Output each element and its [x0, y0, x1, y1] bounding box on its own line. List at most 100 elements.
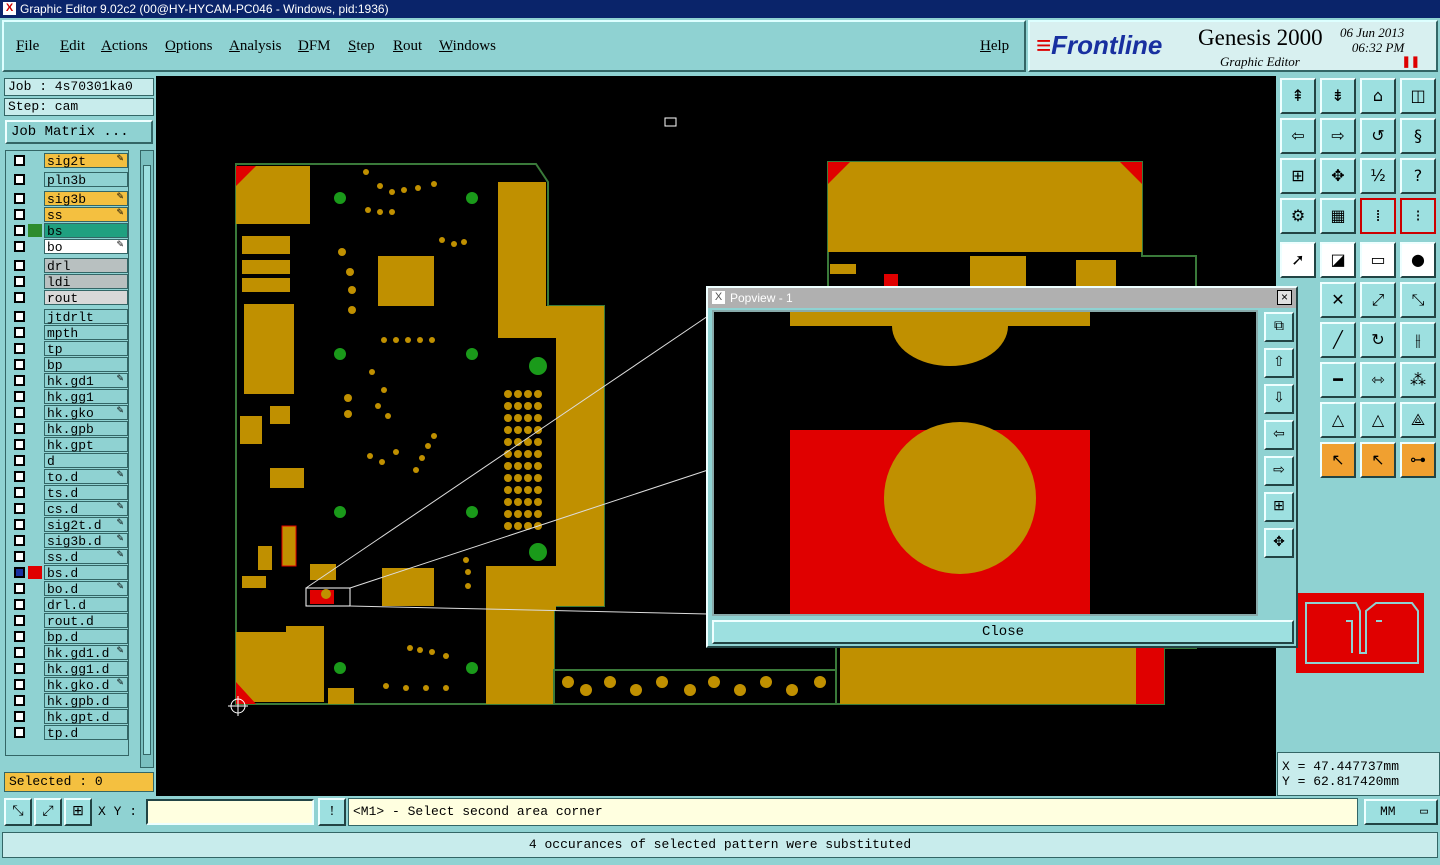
layer-name[interactable]: sig2t.d [44, 517, 128, 533]
pan-left-icon[interactable]: ⇦ [1280, 118, 1316, 154]
layer-row[interactable]: bs.d [8, 565, 128, 581]
layer-name[interactable]: tp [44, 341, 128, 357]
layer-checkbox[interactable] [14, 174, 25, 185]
layer-row[interactable]: bo.d ✎ [8, 581, 128, 597]
layer-name[interactable]: ss.d [44, 549, 128, 565]
layer-checkbox[interactable] [14, 631, 25, 642]
line-icon[interactable]: ╱ [1320, 322, 1356, 358]
layer-name[interactable]: mpth [44, 325, 128, 341]
layer-row[interactable]: sig3b.d ✎ [8, 533, 128, 549]
triangle-cross-icon[interactable]: ⟁ [1400, 402, 1436, 438]
triangle-icon[interactable]: △ [1320, 402, 1356, 438]
route-icon[interactable]: ⤡ [1400, 282, 1436, 318]
menu-rout[interactable]: Rout [393, 38, 422, 55]
node-icon[interactable]: ⊶ [1400, 442, 1436, 478]
minus-icon[interactable]: ━ [1320, 362, 1356, 398]
snap-icon[interactable]: ⁞ [1360, 198, 1396, 234]
layer-row[interactable]: ss.d ✎ [8, 549, 128, 565]
layer-name[interactable]: sig3b [44, 191, 128, 207]
menu-edit[interactable]: Edit [60, 38, 85, 55]
draw-icon[interactable]: ◪ [1320, 242, 1356, 278]
connect-icon[interactable]: ⤢ [1360, 282, 1396, 318]
layer-row[interactable]: bp [8, 357, 128, 373]
layer-checkbox[interactable] [14, 260, 25, 271]
layer-row[interactable]: jtdrlt [8, 309, 128, 325]
layer-checkbox[interactable] [14, 519, 25, 530]
layer-name[interactable]: hk.gd1 [44, 373, 128, 389]
layer-name[interactable]: tp.d [44, 725, 128, 741]
layer-name[interactable]: drl [44, 258, 128, 274]
menu-actions[interactable]: Actions [101, 38, 148, 55]
layer-row[interactable]: rout [8, 290, 128, 306]
layer-name[interactable]: hk.gpb [44, 421, 128, 437]
pad-icon[interactable]: ● [1400, 242, 1436, 278]
layer-name[interactable]: hk.gg1.d [44, 661, 128, 677]
popview-close-button[interactable]: Close [712, 620, 1294, 644]
popview-canvas[interactable] [712, 310, 1258, 616]
layer-row[interactable]: hk.gg1.d [8, 661, 128, 677]
layer-checkbox[interactable] [14, 311, 25, 322]
layer-checkbox[interactable] [14, 439, 25, 450]
close-icon[interactable]: × [1277, 290, 1292, 305]
layer-row[interactable]: d [8, 453, 128, 469]
layer-checkbox[interactable] [14, 695, 25, 706]
pointer-icon[interactable]: ↖ [1320, 442, 1356, 478]
layer-row[interactable]: hk.gg1 [8, 389, 128, 405]
layer-row[interactable]: sig3b ✎ [8, 191, 128, 207]
layer-row[interactable]: hk.gko.d ✎ [8, 677, 128, 693]
layer-checkbox[interactable] [14, 225, 25, 236]
layer-checkbox[interactable] [14, 727, 25, 738]
layer-name[interactable]: to.d [44, 469, 128, 485]
layer-row[interactable]: drl.d [8, 597, 128, 613]
layer-checkbox[interactable] [14, 155, 25, 166]
layer-checkbox[interactable] [14, 599, 25, 610]
layer-checkbox[interactable] [14, 375, 25, 386]
layer-name[interactable]: hk.gpb.d [44, 693, 128, 709]
popview-down-icon[interactable]: ⇩ [1264, 384, 1294, 414]
layer-name[interactable]: rout.d [44, 613, 128, 629]
layer-checkbox[interactable] [14, 193, 25, 204]
layer-name[interactable]: bs.d [44, 565, 128, 581]
layer-name[interactable]: sig2t [44, 153, 128, 169]
split-icon[interactable]: ⫲ [1400, 322, 1436, 358]
select-icon[interactable]: ➚ [1280, 242, 1316, 278]
menu-options[interactable]: Options [165, 38, 213, 55]
layer-name[interactable]: ldi [44, 274, 128, 290]
layer-row[interactable]: hk.gd1 ✎ [8, 373, 128, 389]
units-select[interactable]: MM ▭ [1364, 799, 1438, 825]
layer-row[interactable]: hk.gpt.d [8, 709, 128, 725]
menu-help[interactable]: Help [980, 38, 1009, 55]
layer-checkbox[interactable] [14, 455, 25, 466]
measure-icon[interactable]: ⚙ [1280, 198, 1316, 234]
zoom-down-icon[interactable]: ⇟ [1320, 78, 1356, 114]
layer-name[interactable]: hk.gd1.d [44, 645, 128, 661]
layer-row[interactable]: hk.gpb.d [8, 693, 128, 709]
menu-dfm[interactable]: DFM [298, 38, 331, 55]
layer-name[interactable]: hk.gpt [44, 437, 128, 453]
layer-checkbox[interactable] [14, 292, 25, 303]
layer-row[interactable]: ldi [8, 274, 128, 290]
xy-input[interactable] [146, 799, 314, 825]
menu-file[interactable]: File [16, 38, 39, 55]
layer-row[interactable]: drl [8, 258, 128, 274]
layer-checkbox[interactable] [14, 567, 25, 578]
popview-center-icon[interactable]: ✥ [1264, 528, 1294, 558]
layer-name[interactable]: bs [44, 223, 128, 239]
redraw-icon[interactable]: § [1400, 118, 1436, 154]
layer-name[interactable]: bp.d [44, 629, 128, 645]
undo-view-icon[interactable]: ↺ [1360, 118, 1396, 154]
layer-name[interactable]: hk.gko [44, 405, 128, 421]
popview-left-icon[interactable]: ⇦ [1264, 420, 1294, 450]
home-icon[interactable]: ⌂ [1360, 78, 1396, 114]
layer-checkbox[interactable] [14, 647, 25, 658]
zoom-area-icon[interactable]: ⤡ [4, 798, 32, 826]
grid-snap-icon[interactable]: ⊞ [64, 798, 92, 826]
help-icon[interactable]: ? [1400, 158, 1436, 194]
group-icon[interactable]: ⁂ [1400, 362, 1436, 398]
layer-row[interactable]: rout.d [8, 613, 128, 629]
layer-row[interactable]: ts.d [8, 485, 128, 501]
menu-windows[interactable]: Windows [439, 38, 496, 55]
layer-name[interactable]: pln3b [44, 172, 128, 188]
layer-checkbox[interactable] [14, 615, 25, 626]
diagonal-icon[interactable]: ⤢ [34, 798, 62, 826]
